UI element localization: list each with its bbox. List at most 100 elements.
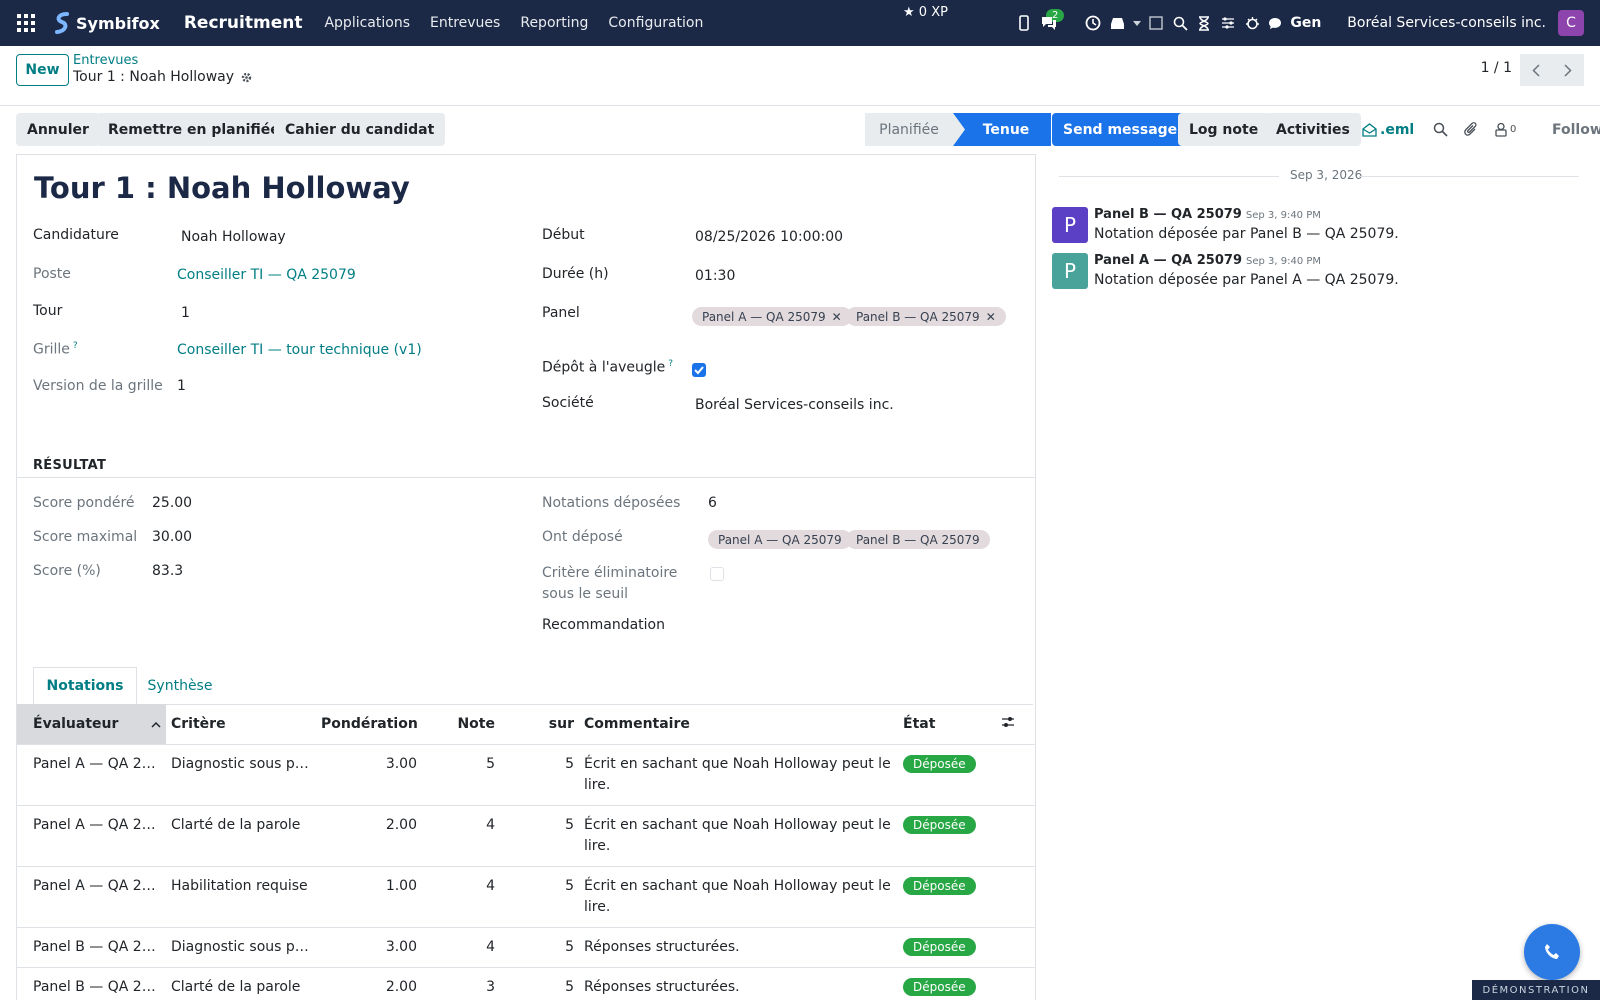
menu-entrevues[interactable]: Entrevues [430,15,500,31]
menu-reporting[interactable]: Reporting [520,15,588,31]
candidature-value[interactable]: Noah Holloway [181,229,286,245]
column-evaluateur[interactable]: Évaluateur [17,704,166,745]
cell-evaluateur[interactable]: Panel B — QA 25079 [17,927,166,968]
chat-bubbles-icon[interactable] [1036,0,1080,46]
eml-button[interactable]: .eml [1358,113,1418,146]
author-avatar[interactable]: P [1052,207,1088,243]
cell-etat[interactable]: Déposée [898,967,996,1000]
depot-help-icon[interactable]: ? [668,359,673,369]
cell-sur[interactable]: 5 [500,927,579,968]
table-row[interactable]: Panel B — QA 25079 Clarté de la parole 2… [17,967,1035,1000]
log-note-button[interactable]: Log note [1178,113,1270,146]
cell-ponderation[interactable]: 2.00 [316,967,422,1000]
sliders-icon[interactable] [1216,0,1240,46]
mobile-icon[interactable] [1011,0,1036,46]
panel-tag-b[interactable]: Panel B — QA 25079 ✕ [846,307,1006,326]
table-row[interactable]: Panel A — QA 25079 Habilitation requise … [17,866,1035,928]
xp-counter[interactable]: ★ 0 XP [903,5,948,20]
company-switcher[interactable]: Boréal Services-conseils inc. [1347,15,1546,31]
chatter-search-button[interactable] [1429,113,1452,146]
cell-sur[interactable]: 5 [500,967,579,1000]
menu-configuration[interactable]: Configuration [608,15,703,31]
debut-value[interactable]: 08/25/2026 10:00:00 [695,229,843,245]
tab-synthese[interactable]: Synthèse [137,667,223,705]
remove-tag-icon[interactable]: ✕ [832,310,842,324]
ai-chat-icon[interactable] [1264,0,1286,46]
cell-note[interactable]: 5 [422,744,500,806]
gen-label[interactable]: Gen [1290,15,1321,31]
send-message-button[interactable]: Send message [1052,113,1189,146]
cell-ponderation[interactable]: 3.00 [316,927,422,968]
cell-commentaire[interactable]: Écrit en sachant que Noah Holloway peut … [579,866,898,928]
caret-down-icon[interactable] [1130,0,1144,46]
duree-value[interactable]: 01:30 [695,268,735,284]
cell-etat[interactable]: Déposée [898,927,996,968]
cell-commentaire[interactable]: Réponses structurées. [579,927,898,968]
table-row[interactable]: Panel A — QA 25079 Clarté de la parole 2… [17,805,1035,867]
activities-button[interactable]: Activities [1265,113,1361,146]
cell-note[interactable]: 3 [422,967,500,1000]
author-avatar[interactable]: P [1052,253,1088,289]
cell-etat[interactable]: Déposée [898,744,996,806]
message-author-name[interactable]: Panel A — QA 25079 [1094,253,1242,268]
column-etat[interactable]: État [898,704,996,745]
stage-tenue[interactable]: Tenue [953,113,1051,146]
remettre-en-planifiee-button[interactable]: Remettre en planifiée [97,113,291,146]
cell-evaluateur[interactable]: Panel A — QA 25079 [17,805,166,867]
apps-menu-icon[interactable] [0,0,52,46]
annuler-button[interactable]: Annuler [16,113,100,146]
tab-notations[interactable]: Notations [33,667,137,705]
cell-etat[interactable]: Déposée [898,866,996,928]
panel-tag-a[interactable]: Panel A — QA 25079 ✕ [692,307,852,326]
cell-ponderation[interactable]: 3.00 [316,744,422,806]
menu-applications[interactable]: Applications [324,15,410,31]
cell-sur[interactable]: 5 [500,805,579,867]
table-row[interactable]: Panel A — QA 25079 Diagnostic sous press… [17,744,1035,806]
societe-value[interactable]: Boréal Services-conseils inc. [695,397,894,413]
cell-ponderation[interactable]: 1.00 [316,866,422,928]
pager-next-button[interactable] [1552,54,1584,86]
phone-call-button[interactable] [1524,924,1580,980]
message-author-name[interactable]: Panel B — QA 25079 [1094,207,1242,222]
follow-button[interactable]: Follow [1540,113,1600,146]
cell-evaluateur[interactable]: Panel A — QA 25079 [17,866,166,928]
column-note[interactable]: Note [422,704,500,745]
cell-evaluateur[interactable]: Panel A — QA 25079 [17,744,166,806]
gear-icon[interactable] [240,71,253,84]
cell-sur[interactable]: 5 [500,744,579,806]
user-avatar[interactable]: C [1558,10,1584,36]
cell-critere[interactable]: Diagnostic sous pression [166,927,316,968]
grille-help-icon[interactable]: ? [73,341,78,351]
search-icon[interactable] [1168,0,1192,46]
table-row[interactable]: Panel B — QA 25079 Diagnostic sous press… [17,927,1035,968]
attachments-button[interactable] [1460,113,1482,146]
followers-button[interactable]: 0 [1490,113,1520,146]
column-sur[interactable]: sur [500,704,579,745]
cell-commentaire[interactable]: Écrit en sachant que Noah Holloway peut … [579,805,898,867]
brand-logo[interactable]: Symbifox [52,12,160,34]
cell-evaluateur[interactable]: Panel B — QA 25079 [17,967,166,1000]
hourglass-icon[interactable] [1192,0,1216,46]
note-icon[interactable] [1144,0,1168,46]
clock-icon[interactable] [1080,0,1105,46]
pager-value[interactable]: 1 / 1 [1481,60,1512,76]
cell-critere[interactable]: Clarté de la parole [166,967,316,1000]
inbox-icon[interactable] [1105,0,1130,46]
bug-icon[interactable] [1240,0,1264,46]
breadcrumb-parent[interactable]: Entrevues [73,53,138,68]
cell-commentaire[interactable]: Réponses structurées. [579,967,898,1000]
grille-link[interactable]: Conseiller TI — tour technique (v1) [177,342,422,358]
cell-note[interactable]: 4 [422,805,500,867]
cell-critere[interactable]: Habilitation requise [166,866,316,928]
depot-aveugle-checkbox[interactable] [692,363,706,377]
remove-tag-icon[interactable]: ✕ [986,310,996,324]
cell-sur[interactable]: 5 [500,866,579,928]
pager-previous-button[interactable] [1520,54,1552,86]
cell-commentaire[interactable]: Écrit en sachant que Noah Holloway peut … [579,744,898,806]
cell-critere[interactable]: Diagnostic sous pression [166,744,316,806]
tour-value[interactable]: 1 [181,305,190,321]
new-button[interactable]: New [16,54,69,86]
poste-link[interactable]: Conseiller TI — QA 25079 [177,267,356,283]
cell-note[interactable]: 4 [422,866,500,928]
cell-etat[interactable]: Déposée [898,805,996,867]
